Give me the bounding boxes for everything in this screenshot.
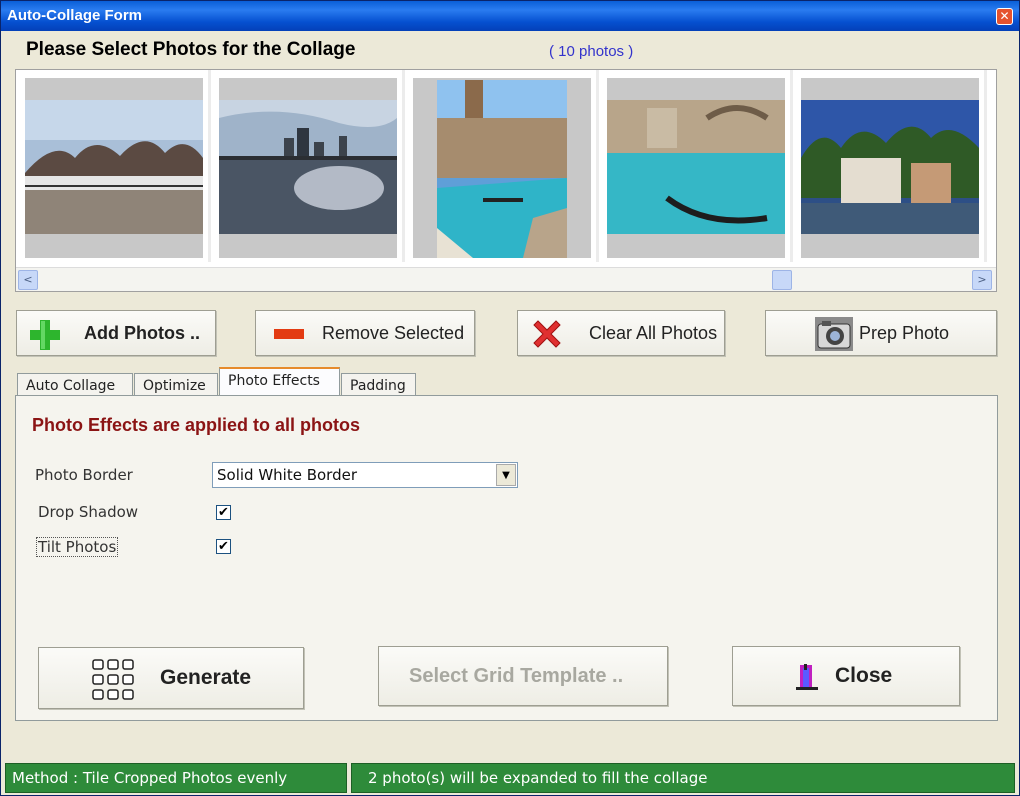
gallery-scrollbar[interactable]: < > xyxy=(16,267,996,291)
tab-padding[interactable]: Padding xyxy=(341,373,416,397)
photo-effects-panel: Photo Effects are applied to all photos … xyxy=(15,395,998,721)
remove-selected-label: Remove Selected xyxy=(322,322,465,343)
tilt-photos-label: Tilt Photos xyxy=(36,537,119,557)
drop-shadow-checkbox[interactable]: ✔ xyxy=(216,505,231,520)
thumbnail-divider xyxy=(984,70,987,262)
photo-count: ( 10 photos ) xyxy=(549,43,634,60)
window-title: Auto-Collage Form xyxy=(7,7,142,24)
tab-photo-effects[interactable]: Photo Effects xyxy=(219,367,340,395)
page-title: Please Select Photos for the Collage xyxy=(26,39,356,60)
status-method: Method : Tile Cropped Photos evenly xyxy=(5,763,347,793)
tab-auto-collage[interactable]: Auto Collage xyxy=(17,373,133,397)
window-close-icon[interactable]: ✕ xyxy=(996,8,1013,25)
photo-thumbnail[interactable] xyxy=(25,78,203,258)
thumbnail-divider xyxy=(208,70,211,262)
status-expand-note: 2 photo(s) will be expanded to fill the … xyxy=(351,763,1015,793)
red-x-icon xyxy=(533,320,561,348)
add-photos-button[interactable]: Add Photos .. xyxy=(16,310,216,356)
plus-icon xyxy=(30,320,60,350)
clear-all-photos-button[interactable]: Clear All Photos xyxy=(517,310,725,356)
title-bar[interactable]: Auto-Collage Form ✕ xyxy=(1,1,1019,31)
photo-border-label: Photo Border xyxy=(35,466,133,484)
park-photo xyxy=(25,100,203,234)
gondola-photo xyxy=(607,100,785,234)
add-photos-label: Add Photos .. xyxy=(84,322,200,343)
photo-gallery[interactable]: < > xyxy=(15,69,997,292)
tilt-photos-checkbox[interactable]: ✔ xyxy=(216,539,231,554)
minus-icon xyxy=(274,329,304,339)
prep-photo-label: Prep Photo xyxy=(859,322,950,343)
camera-icon xyxy=(815,317,853,351)
photo-border-value: Solid White Border xyxy=(217,466,357,484)
drop-shadow-label: Drop Shadow xyxy=(38,503,139,521)
tab-optimize[interactable]: Optimize xyxy=(134,373,218,397)
close-label: Close xyxy=(835,664,893,687)
photo-border-select[interactable]: Solid White Border ▼ xyxy=(212,462,518,488)
select-grid-template-button[interactable]: Select Grid Template .. xyxy=(378,646,668,706)
photo-thumbnail[interactable] xyxy=(219,78,397,258)
venice-canal-photo xyxy=(437,80,567,258)
scroll-left-button[interactable]: < xyxy=(18,270,38,290)
status-bar: Method : Tile Cropped Photos evenly 2 ph… xyxy=(5,763,1015,793)
thumbnail-divider xyxy=(790,70,793,262)
scroll-right-button[interactable]: > xyxy=(972,270,992,290)
panel-heading: Photo Effects are applied to all photos xyxy=(32,415,361,435)
thumbnail-divider xyxy=(596,70,599,262)
palm-village-photo xyxy=(801,100,979,234)
door-exit-icon xyxy=(796,664,818,690)
auto-collage-window: Auto-Collage Form ✕ Please Select Photos… xyxy=(0,0,1020,796)
remove-selected-button[interactable]: Remove Selected xyxy=(255,310,475,356)
prep-photo-button[interactable]: Prep Photo xyxy=(765,310,997,356)
clear-all-photos-label: Clear All Photos xyxy=(589,322,718,343)
generate-button[interactable]: Generate xyxy=(38,647,304,709)
photo-thumbnail[interactable] xyxy=(607,78,785,258)
photo-thumbnail[interactable] xyxy=(413,78,591,258)
generate-label: Generate xyxy=(160,666,252,689)
photo-thumbnail[interactable] xyxy=(801,78,979,258)
city-lake-photo xyxy=(219,100,397,234)
select-grid-template-label: Select Grid Template .. xyxy=(409,664,624,687)
grid-icon xyxy=(92,659,134,700)
close-button[interactable]: Close xyxy=(732,646,960,706)
scrollbar-thumb[interactable] xyxy=(772,270,792,290)
thumbnail-divider xyxy=(402,70,405,262)
chevron-down-icon[interactable]: ▼ xyxy=(496,464,516,486)
